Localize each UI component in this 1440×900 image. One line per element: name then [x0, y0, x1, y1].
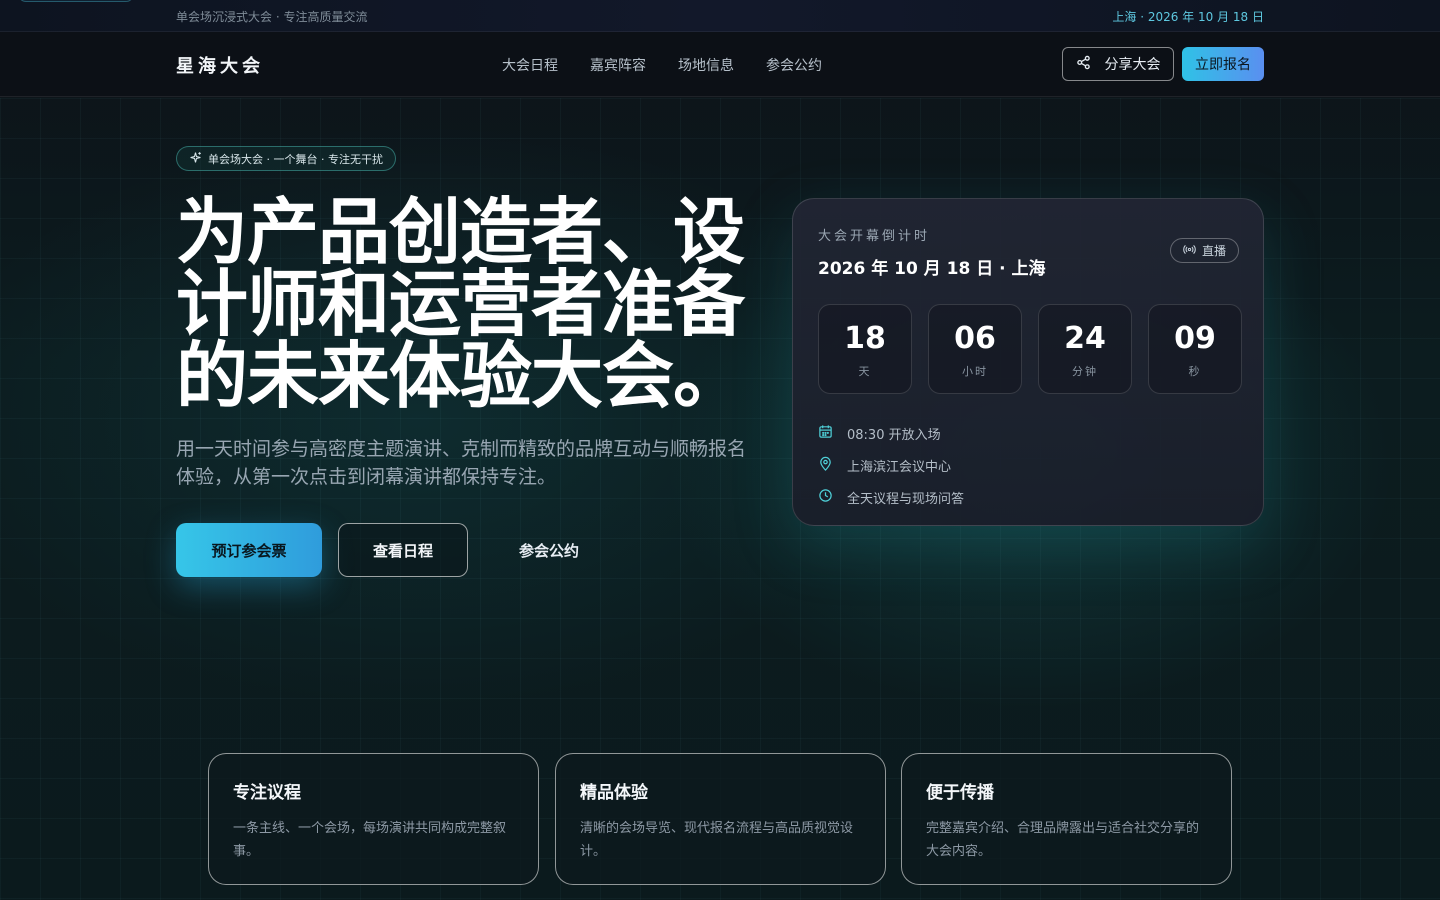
hero-subtitle: 用一天时间参与高密度主题演讲、克制而精致的品牌互动与顺畅报名体验，从第一次点击到… [176, 438, 747, 488]
countdown-days: 18 天 [818, 304, 912, 394]
hero-tag-text: 单会场大会 · 一个舞台 · 专注无干扰 [208, 152, 383, 166]
view-schedule-button[interactable]: 查看日程 [338, 523, 468, 577]
countdown-minutes-unit: 分钟 [1072, 365, 1098, 378]
info-row-agenda: 全天议程与现场问答 [818, 481, 964, 513]
feature-description: 清晰的会场导览、现代报名流程与高品质视觉设计。 [580, 821, 854, 859]
event-info-list: 08:30 开放入场 上海滨江会议中心 全天议程与现场问答 [818, 417, 964, 513]
feature-title: 精品体验 [580, 783, 648, 803]
live-badge-label: 直播 [1201, 244, 1226, 258]
countdown-card: 大会开幕倒计时 2026 年 10 月 18 日 · 上海 直播 18 天 06… [792, 198, 1264, 526]
feature-title: 便于传播 [926, 783, 994, 803]
feature-title: 专注议程 [233, 783, 301, 803]
code-of-conduct-link[interactable]: 参会公约 [500, 523, 598, 577]
nav-link-code-of-conduct[interactable]: 参会公约 [766, 55, 822, 75]
countdown-minutes: 24 分钟 [1038, 304, 1132, 394]
feature-description: 一条主线、一个会场，每场演讲共同构成完整叙事。 [233, 821, 507, 859]
sparkle-icon [189, 151, 202, 167]
topbar-event-date: 上海 · 2026 年 10 月 18 日 [1112, 10, 1264, 24]
share-button[interactable]: 分享大会 [1062, 47, 1174, 81]
feature-description: 完整嘉宾介绍、合理品牌露出与适合社交分享的大会内容。 [926, 821, 1200, 859]
nav-link-venue[interactable]: 场地信息 [678, 55, 734, 75]
info-entry-time-text: 08:30 开放入场 [847, 427, 941, 443]
live-badge[interactable]: 直播 [1169, 238, 1239, 263]
topbar-tagline: 单会场沉浸式大会 · 专注高质量交流 [176, 10, 368, 24]
hero-headline: 为产品创造者、设计师和运营者准备的未来体验大会。 [176, 190, 745, 418]
countdown-seconds-value: 09 [1174, 321, 1216, 356]
countdown-boxes: 18 天 06 小时 24 分钟 09 秒 [818, 304, 1242, 394]
countdown-date: 2026 年 10 月 18 日 · 上海 [818, 259, 1046, 279]
nav-links: 大会日程 嘉宾阵容 场地信息 参会公约 [502, 55, 822, 75]
hero-tag-badge: 单会场大会 · 一个舞台 · 专注无干扰 [176, 146, 396, 171]
countdown-minutes-value: 24 [1064, 321, 1106, 356]
countdown-seconds: 09 秒 [1148, 304, 1242, 394]
countdown-hours: 06 小时 [928, 304, 1022, 394]
decorative-tab [18, 0, 134, 2]
book-ticket-button[interactable]: 预订参会票 [176, 523, 322, 577]
brand-logo[interactable]: 星海大会 [176, 52, 264, 78]
info-row-entry-time: 08:30 开放入场 [818, 417, 964, 449]
countdown-seconds-unit: 秒 [1188, 365, 1202, 378]
feature-card-sharing: 便于传播 完整嘉宾介绍、合理品牌露出与适合社交分享的大会内容。 [901, 753, 1232, 885]
location-pin-icon [818, 456, 833, 475]
nav-link-speakers[interactable]: 嘉宾阵容 [590, 55, 646, 75]
info-agenda-text: 全天议程与现场问答 [847, 491, 965, 507]
main-navigation: 星海大会 大会日程 嘉宾阵容 场地信息 参会公约 分享大会 立即报名 [0, 32, 1440, 97]
countdown-label: 大会开幕倒计时 [818, 229, 931, 244]
broadcast-icon [1183, 243, 1196, 259]
feature-card-focus: 专注议程 一条主线、一个会场，每场演讲共同构成完整叙事。 [208, 753, 539, 885]
register-button[interactable]: 立即报名 [1182, 47, 1264, 81]
nav-link-schedule[interactable]: 大会日程 [502, 55, 558, 75]
countdown-hours-unit: 小时 [962, 365, 988, 378]
share-icon [1076, 55, 1091, 74]
clock-icon [818, 488, 833, 507]
top-info-bar: 单会场沉浸式大会 · 专注高质量交流 上海 · 2026 年 10 月 18 日 [0, 0, 1440, 32]
countdown-days-unit: 天 [858, 365, 872, 378]
info-row-venue: 上海滨江会议中心 [818, 449, 964, 481]
countdown-hours-value: 06 [954, 321, 996, 356]
info-venue-text: 上海滨江会议中心 [847, 459, 952, 475]
share-button-label: 分享大会 [1104, 57, 1161, 73]
feature-card-experience: 精品体验 清晰的会场导览、现代报名流程与高品质视觉设计。 [555, 753, 886, 885]
calendar-icon [818, 424, 833, 443]
countdown-days-value: 18 [844, 321, 886, 356]
